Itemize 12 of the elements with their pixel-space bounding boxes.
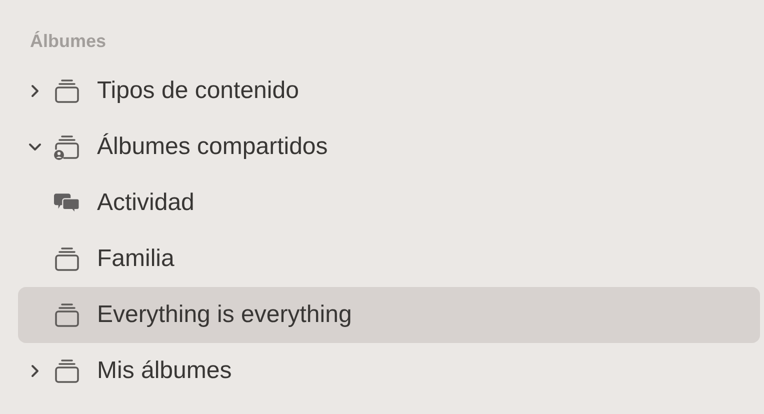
sidebar-item[interactable]: Familia xyxy=(18,231,760,287)
sidebar-item[interactable]: Mis álbumes xyxy=(18,343,760,399)
album-stack-icon xyxy=(54,246,80,272)
shared-album-icon xyxy=(54,134,80,160)
sidebar-item[interactable]: Actividad xyxy=(18,175,760,231)
sidebar-item[interactable]: Tipos de contenido xyxy=(18,63,760,119)
section-header: Álbumes xyxy=(30,30,108,53)
album-stack-icon xyxy=(54,78,80,104)
album-stack-icon xyxy=(54,302,80,328)
sidebar-item[interactable]: Álbumes compartidos xyxy=(18,119,760,175)
sidebar-item[interactable]: Everything is everything xyxy=(18,287,760,343)
album-stack-icon xyxy=(54,358,80,384)
